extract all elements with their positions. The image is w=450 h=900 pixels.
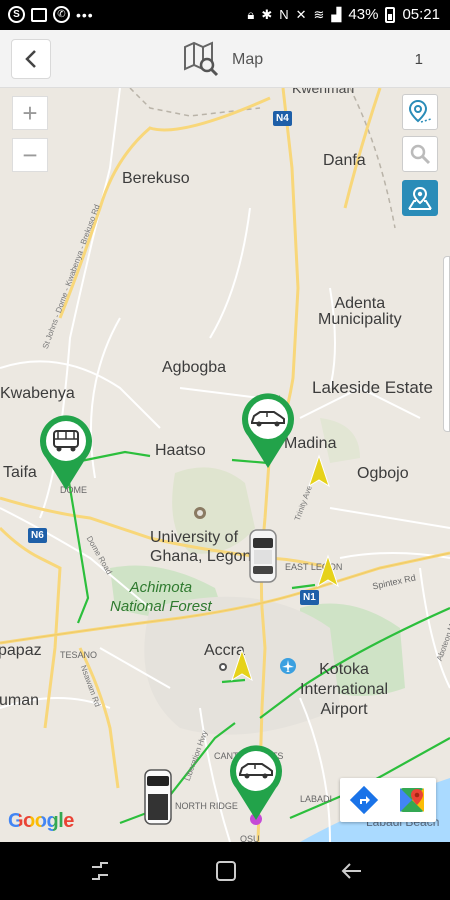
vehicle-count: 1 xyxy=(414,51,423,68)
label-ogbojo: Ogbojo xyxy=(357,465,409,482)
system-icons: 🔒︎ ✱ N ✕ ≋ ▟ 43% 05:21 xyxy=(247,6,440,23)
label-kwehman: Kwehman xyxy=(292,88,355,96)
vehicle-heading-arrow[interactable] xyxy=(307,454,331,488)
lock-icon: 🔒︎ xyxy=(247,6,255,22)
label-labadi: LABADI xyxy=(300,794,333,804)
vehicle-heading-arrow[interactable] xyxy=(316,554,340,588)
vehicle-truck-topdown[interactable] xyxy=(143,768,173,826)
home-icon[interactable] xyxy=(214,859,238,883)
label-osu: OSU xyxy=(240,834,260,842)
label-kotoka: Kotoka International Airport xyxy=(300,661,389,718)
map-pin-icon xyxy=(408,186,432,210)
vehicle-pin-car[interactable] xyxy=(240,392,296,470)
mute-icon: ✕ xyxy=(295,6,307,22)
label-tesano: TESANO xyxy=(60,650,98,660)
map-layers-button[interactable] xyxy=(402,180,438,216)
map-view[interactable]: Kwehman Danfa Berekuso Adenta Municipali… xyxy=(0,88,450,842)
status-bar: S ✆ ••• 🔒︎ ✱ N ✕ ≋ ▟ 43% 05:21 xyxy=(0,0,450,30)
road-shield-n4: N4 xyxy=(273,111,292,126)
nfc-icon: N xyxy=(279,7,289,22)
wifi-icon: ≋ xyxy=(313,6,325,22)
more-dots-icon: ••• xyxy=(76,6,94,23)
label-legon: University of Ghana, Legon xyxy=(150,529,252,565)
zoom-out-button[interactable]: − xyxy=(12,138,48,172)
search-map-button[interactable] xyxy=(402,136,438,172)
back-button[interactable] xyxy=(11,39,51,79)
city-marker-icon xyxy=(219,663,227,671)
map-search-icon xyxy=(184,41,219,77)
back-nav-icon[interactable] xyxy=(340,859,364,883)
app-header: Map 1 xyxy=(0,30,450,88)
label-haatso: Haatso xyxy=(155,442,206,459)
airport-icon xyxy=(280,658,296,674)
vehicle-heading-arrow[interactable] xyxy=(230,648,254,682)
page-title: Map xyxy=(232,51,264,68)
search-icon xyxy=(410,144,431,165)
road-shield-n1: N1 xyxy=(300,590,319,605)
chevron-left-icon xyxy=(25,50,36,68)
location-pin-button[interactable] xyxy=(402,94,438,130)
label-achimota: Achimota National Forest xyxy=(110,579,212,615)
label-apaz: papaz xyxy=(0,642,42,659)
side-drawer-handle[interactable] xyxy=(443,256,450,432)
google-maps-icon[interactable] xyxy=(397,785,427,815)
vehicle-pin-suv[interactable] xyxy=(38,414,94,492)
location-pin-icon xyxy=(408,99,432,123)
label-danfa: Danfa xyxy=(323,152,366,169)
image-icon xyxy=(31,7,47,22)
clock: 05:21 xyxy=(402,6,440,23)
bluetooth-icon: ✱ xyxy=(261,6,273,22)
skype-icon: S xyxy=(8,6,25,23)
vehicle-pin-car[interactable] xyxy=(228,744,284,822)
recent-apps-icon[interactable] xyxy=(88,859,112,883)
google-logo-text: Google xyxy=(8,810,74,832)
whatsapp-icon: ✆ xyxy=(53,6,70,23)
label-adenta: Adenta Municipality xyxy=(318,295,402,328)
google-maps-actions xyxy=(340,778,436,822)
label-uman: uman xyxy=(0,692,40,709)
directions-icon[interactable] xyxy=(349,785,379,815)
notification-icons: S ✆ ••• xyxy=(8,6,94,23)
battery-percent: 43% xyxy=(348,6,379,23)
system-nav-bar xyxy=(0,842,450,900)
label-lakeside: Lakeside Estate xyxy=(312,378,433,397)
google-logo: Google xyxy=(8,810,74,833)
road-shield-n6: N6 xyxy=(28,528,47,543)
label-berekuso: Berekuso xyxy=(122,170,190,187)
signal-icon: ▟ xyxy=(331,6,342,22)
label-kwabenya: Kwabenya xyxy=(0,385,75,402)
label-taifa: Taifa xyxy=(3,464,37,481)
vehicle-car-topdown[interactable] xyxy=(248,528,278,584)
university-icon xyxy=(194,507,206,519)
zoom-in-button[interactable]: + xyxy=(12,96,48,130)
battery-icon xyxy=(385,6,396,23)
label-agbogba: Agbogba xyxy=(162,359,227,376)
